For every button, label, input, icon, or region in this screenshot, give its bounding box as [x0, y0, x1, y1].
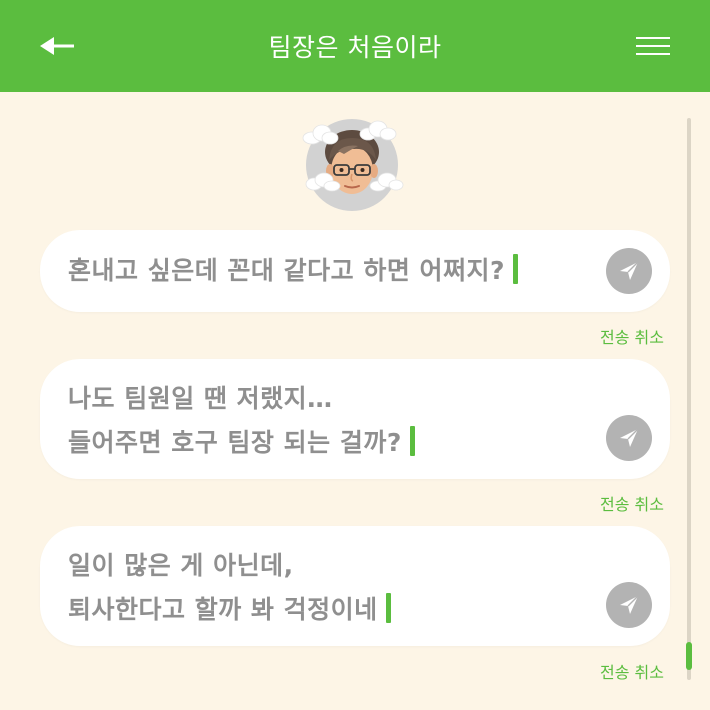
send-button[interactable] — [606, 582, 652, 628]
paper-plane-icon — [620, 428, 639, 447]
scrollbar-thumb[interactable] — [686, 642, 692, 670]
menu-button[interactable] — [636, 34, 672, 58]
send-button[interactable] — [606, 415, 652, 461]
scrollbar-track[interactable] — [687, 118, 691, 680]
page-title: 팀장은 처음이라 — [268, 33, 442, 62]
memoji-avatar-icon — [302, 119, 404, 211]
app-header: 팀장은 처음이라 — [0, 0, 710, 92]
avatar — [298, 118, 408, 214]
cancel-send-link[interactable]: 전송 취소 — [600, 491, 664, 515]
text-cursor — [409, 426, 415, 456]
text-cursor — [513, 254, 519, 284]
text-cursor — [385, 593, 391, 623]
arrow-left-icon — [40, 37, 74, 55]
cancel-send-link[interactable]: 전송 취소 — [600, 324, 664, 348]
paper-plane-icon — [620, 595, 639, 614]
message-bubble: 혼내고 싶은데 꼰대 같다고 하면 어쩌지? — [40, 230, 670, 312]
message-bubble: 나도 팀원일 땐 저랬지… 들어주면 호구 팀장 되는 걸까? — [40, 359, 670, 479]
message-text: 일이 많은 게 아닌데, 퇴사한다고 할까 봐 걱정이네 — [68, 551, 378, 624]
message-text: 나도 팀원일 땐 저랬지… 들어주면 호구 팀장 되는 걸까? — [68, 384, 402, 457]
cancel-send-link[interactable]: 전송 취소 — [600, 659, 664, 683]
paper-plane-icon — [620, 261, 639, 280]
message-text: 혼내고 싶은데 꼰대 같다고 하면 어쩌지? — [68, 256, 506, 285]
back-button[interactable] — [38, 30, 78, 62]
send-button[interactable] — [606, 248, 652, 294]
hamburger-menu-icon — [636, 37, 670, 55]
message-bubble: 일이 많은 게 아닌데, 퇴사한다고 할까 봐 걱정이네 — [40, 526, 670, 646]
